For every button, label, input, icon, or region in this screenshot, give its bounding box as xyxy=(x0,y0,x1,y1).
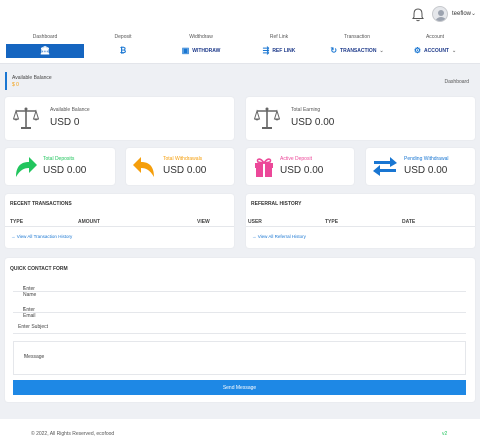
referral-history-panel: REFERRAL HISTORY USER TYPE DATE → View A… xyxy=(246,194,475,248)
message-placeholder: Message xyxy=(24,354,45,360)
stat-value: USD 0.00 xyxy=(291,117,335,128)
message-textarea[interactable]: Message * xyxy=(13,341,466,375)
page-title: Available Balance xyxy=(12,75,52,81)
nav-label: REF LINK xyxy=(272,48,296,54)
stat-label: Available Balance xyxy=(50,107,90,113)
copyright: © 2022, All Rights Reserved, ecofood xyxy=(31,431,115,437)
stat-value: USD 0 xyxy=(50,117,80,128)
column-header: TYPE xyxy=(10,219,24,225)
main-nav: Dashboard 🏛 Deposit ₿ Widthdraw ▣ WITHDRA… xyxy=(0,30,480,64)
table-header: USER TYPE DATE xyxy=(246,217,475,227)
summary-value: USD 0.00 xyxy=(163,165,207,176)
scale-icon xyxy=(254,107,280,129)
available-balance-card: Available Balance USD 0 xyxy=(5,97,234,140)
nav-withdraw[interactable]: Widthdraw ▣ WITHDRAW xyxy=(162,30,240,64)
nav-caption: Ref Link xyxy=(269,34,289,40)
nav-label: ACCOUNT xyxy=(423,48,449,54)
email-field[interactable]: Enter Email * xyxy=(13,299,466,319)
green-arrow-icon xyxy=(16,157,37,177)
nav-caption: Widthdraw xyxy=(189,34,213,40)
subject-field[interactable]: Enter Subject xyxy=(13,320,466,334)
top-bar: teeflow ⌄ xyxy=(0,0,480,30)
column-header: DATE xyxy=(402,219,416,225)
nav-account[interactable]: Account ⚙ ACCOUNT ⌄ xyxy=(396,30,474,64)
nav-caption: Dashboard xyxy=(32,34,58,40)
section-title: QUICK CONTACT FORM xyxy=(10,266,68,272)
orange-arrow-icon xyxy=(133,157,154,177)
nav-dashboard[interactable]: Dashboard 🏛 xyxy=(6,30,84,64)
history-icon: ↻ xyxy=(330,46,338,55)
username[interactable]: teeflow xyxy=(452,11,471,17)
page-header: Available Balance $ 0 Dashboard xyxy=(5,72,475,90)
column-header: AMOUNT xyxy=(78,219,100,225)
section-title: REFERRAL HISTORY xyxy=(251,201,302,207)
send-message-button[interactable]: Send Message xyxy=(13,380,466,395)
bank-icon: 🏛 xyxy=(39,46,51,55)
column-header: USER xyxy=(248,219,262,225)
breadcrumb[interactable]: Dashboard xyxy=(445,79,469,85)
name-field[interactable]: Enter Name * xyxy=(13,278,466,298)
stat-label: Total Earning xyxy=(291,107,321,113)
summary-value: USD 0.00 xyxy=(43,165,87,176)
summary-value: USD 0.00 xyxy=(280,165,324,176)
avatar[interactable] xyxy=(432,6,448,22)
nav-transaction[interactable]: Transaction ↻ TRANSACTION ⌄ xyxy=(318,30,396,64)
summary-value: USD 0.00 xyxy=(404,165,448,176)
recent-transactions-panel: RECENT TRANSACTIONS TYPE AMOUNT VIEW → V… xyxy=(5,194,234,248)
view-all-transactions-link[interactable]: → View All Transaction History xyxy=(11,234,72,239)
summary-label: Pending Withdrawal xyxy=(404,156,449,162)
nav-deposit[interactable]: Deposit ₿ xyxy=(84,30,162,64)
view-all-referrals-link[interactable]: → View All Referral History xyxy=(252,234,306,239)
nav-label: WITHDRAW xyxy=(192,48,221,54)
chevron-down-icon[interactable]: ⌄ xyxy=(471,10,476,17)
link-arrow-icon: ⇶ xyxy=(262,46,270,55)
total-deposits-card: Total Deposits USD 0.00 xyxy=(5,148,115,185)
chevron-down-icon: ⌄ xyxy=(451,48,457,54)
nav-caption: Deposit xyxy=(114,34,132,40)
scale-icon xyxy=(13,107,39,129)
bell-icon[interactable] xyxy=(412,8,424,22)
gift-icon xyxy=(255,158,273,177)
summary-label: Active Deposit xyxy=(280,156,312,162)
total-earning-card: Total Earning USD 0.00 xyxy=(246,97,475,140)
balance-amount: $ 0 xyxy=(12,82,19,88)
name-placeholder: Enter Name xyxy=(23,286,37,298)
chevron-down-icon: ⌄ xyxy=(379,48,384,54)
active-deposit-card: Active Deposit USD 0.00 xyxy=(246,148,354,185)
nav-ref-link[interactable]: Ref Link ⇶ REF LINK xyxy=(240,30,318,64)
section-title: RECENT TRANSACTIONS xyxy=(10,201,72,207)
exchange-arrows-icon xyxy=(373,157,397,176)
cash-icon: ▣ xyxy=(181,46,190,55)
column-header: TYPE xyxy=(325,219,339,225)
version: v2 xyxy=(442,431,448,437)
gear-icon: ⚙ xyxy=(413,46,421,55)
summary-label: Total Withdrawals xyxy=(163,156,203,162)
table-header: TYPE AMOUNT VIEW xyxy=(5,217,234,227)
nav-caption: Transaction xyxy=(344,34,370,40)
subject-placeholder: Enter Subject xyxy=(18,324,49,330)
nav-caption: Account xyxy=(425,34,445,40)
footer: © 2022, All Rights Reserved, ecofood v2 xyxy=(0,419,480,445)
bitcoin-icon: ₿ xyxy=(119,46,127,55)
nav-label: TRANSACTION xyxy=(340,48,377,54)
column-header: VIEW xyxy=(197,219,210,225)
total-withdrawals-card: Total Withdrawals USD 0.00 xyxy=(126,148,234,185)
summary-label: Total Deposits xyxy=(43,156,75,162)
pending-withdrawal-card: Pending Withdrawal USD 0.00 xyxy=(366,148,475,185)
